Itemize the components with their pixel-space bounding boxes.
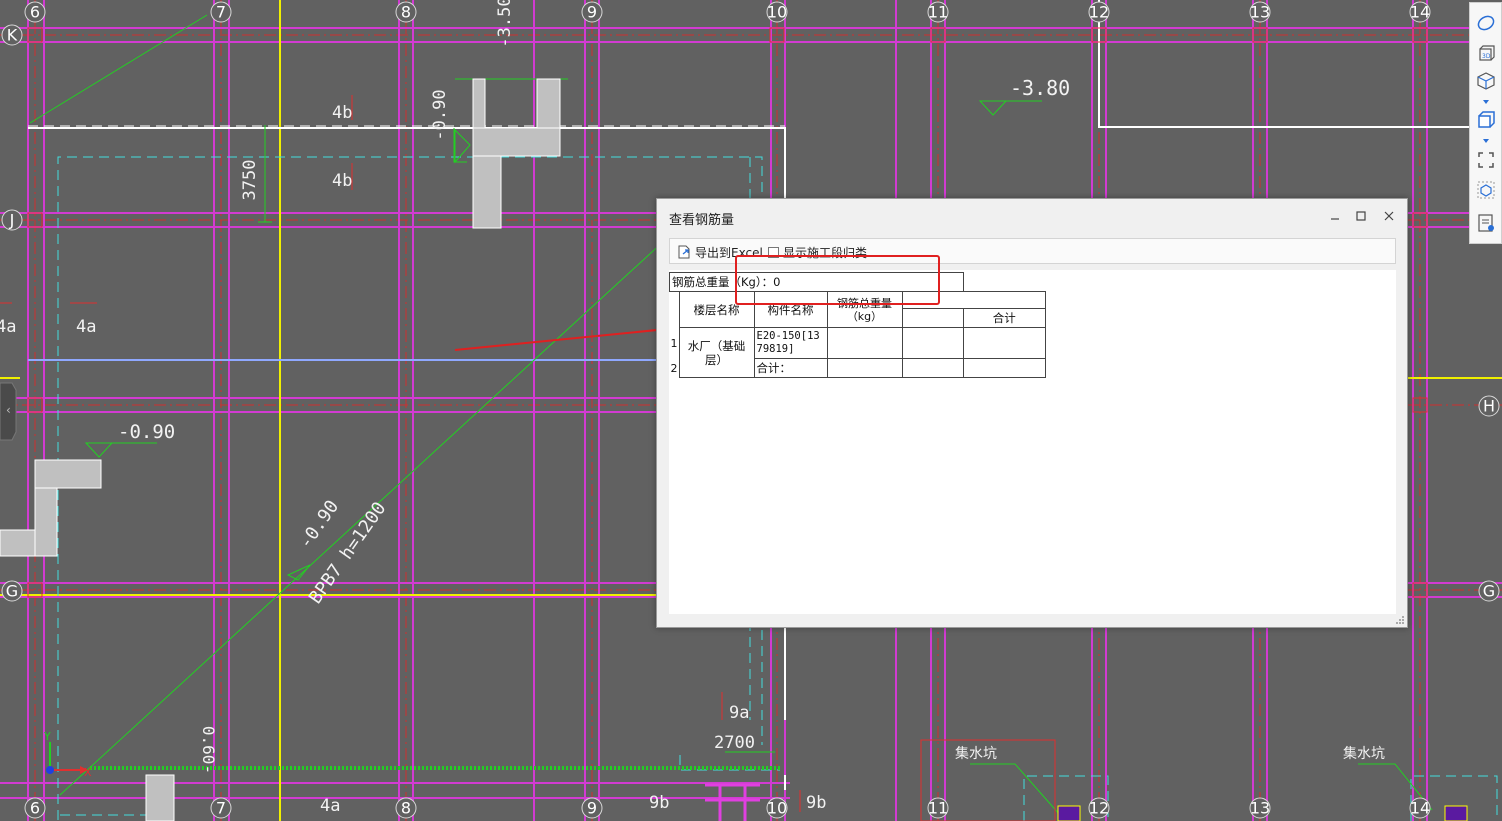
elev-label-5: -0.90 bbox=[295, 496, 343, 552]
dim-label-3: 0.60- bbox=[199, 726, 218, 774]
axis-col-13-top: 13 bbox=[1250, 3, 1270, 22]
cube-select-icon[interactable] bbox=[1474, 178, 1498, 202]
dialog-title: 查看钢筋量 bbox=[669, 213, 735, 228]
maximize-icon bbox=[1356, 211, 1366, 221]
chevron-left-icon[interactable]: ‹ bbox=[6, 403, 11, 417]
dialog-body: 钢筋总重量（Kg）：0 楼层名称 构件名称 钢筋总重量（kg） 合计 1 水厂（… bbox=[669, 270, 1396, 614]
axis-row-g-left: G bbox=[6, 582, 18, 601]
3d-view-icon[interactable]: 3D bbox=[1474, 41, 1498, 65]
orbit-icon[interactable] bbox=[1474, 11, 1498, 35]
axis-col-10-top: 10 bbox=[767, 3, 787, 22]
report-icon[interactable] bbox=[1474, 211, 1498, 235]
highlight-box bbox=[735, 255, 940, 305]
elev-label-4: -0.90 bbox=[118, 421, 175, 443]
axis-row-g-right: G bbox=[1483, 582, 1495, 601]
export-icon bbox=[678, 245, 690, 259]
rebar-label-1: 4b bbox=[332, 103, 352, 123]
maximize-button[interactable] bbox=[1351, 207, 1371, 225]
row-index: 1 bbox=[670, 336, 678, 350]
axis-col-9-bottom: 9 bbox=[587, 799, 597, 818]
axis-row-k: K bbox=[7, 26, 18, 45]
well-label-2: 集水坑 bbox=[1343, 745, 1385, 762]
row-component: E20-150[1379819] bbox=[753, 327, 828, 359]
axis-col-13-bottom: 13 bbox=[1250, 799, 1270, 818]
axis-col-6-bottom: 6 bbox=[30, 799, 40, 818]
caret-down-icon-2[interactable] bbox=[1482, 138, 1490, 144]
axis-col-12-bottom: 12 bbox=[1089, 799, 1109, 818]
axis-row-j: J bbox=[9, 211, 15, 230]
rebar-label-3: 4a bbox=[76, 317, 96, 337]
minimize-button[interactable] bbox=[1325, 207, 1345, 225]
axis-col-8-top: 8 bbox=[401, 3, 411, 22]
cube-view-icon[interactable] bbox=[1474, 69, 1498, 93]
fullscreen-icon[interactable] bbox=[1474, 148, 1498, 172]
elev-label-2: -0.90 bbox=[430, 89, 450, 140]
axis-col-10-bottom: 10 bbox=[767, 799, 787, 818]
axis-col-7-top: 7 bbox=[216, 3, 226, 22]
axis-col-6-top: 6 bbox=[30, 3, 40, 22]
table-row[interactable]: 1 水厂（基础层） E20-150[1379819] bbox=[670, 327, 1046, 378]
axis-col-11-top: 11 bbox=[928, 3, 948, 22]
col-header-total: 合计 bbox=[962, 308, 1046, 328]
close-button[interactable] bbox=[1379, 207, 1399, 225]
axis-row-h: H bbox=[1483, 397, 1495, 416]
rebar-label-7: 9b bbox=[649, 793, 669, 813]
row-component: 合计： bbox=[753, 358, 828, 378]
caret-down-icon[interactable] bbox=[1482, 99, 1490, 105]
svg-text:3D: 3D bbox=[1482, 53, 1491, 60]
box-icon[interactable] bbox=[1474, 108, 1498, 132]
resize-grip-icon[interactable] bbox=[1396, 616, 1404, 624]
rebar-label-8: 9b bbox=[806, 793, 826, 813]
ucs-axis-icon: Y X bbox=[43, 730, 92, 779]
elev-label-1: -3.50 bbox=[495, 0, 515, 48]
view-toolbar: 3D bbox=[1469, 2, 1502, 244]
dim-label-1: 3750 bbox=[240, 160, 260, 201]
axis-col-14-top: 14 bbox=[1410, 3, 1430, 22]
close-icon bbox=[1384, 211, 1394, 221]
rebar-label-5: 4a bbox=[320, 796, 340, 816]
rebar-label-6: 9a bbox=[729, 703, 749, 723]
axis-col-9-top: 9 bbox=[587, 3, 597, 22]
ucs-x-label: X bbox=[84, 766, 92, 779]
axis-col-14-bottom: 14 bbox=[1410, 799, 1430, 818]
dim-label-2: 2700 bbox=[714, 733, 755, 753]
ucs-y-label: Y bbox=[43, 730, 51, 743]
axis-col-8-bottom: 8 bbox=[401, 799, 411, 818]
row-floor: 水厂（基础层） bbox=[678, 327, 755, 378]
rebar-label-4: 4a bbox=[0, 317, 16, 337]
well-label-1: 集水坑 bbox=[955, 745, 997, 762]
row-index: 2 bbox=[670, 361, 678, 375]
axis-col-7-bottom: 7 bbox=[216, 799, 226, 818]
rebar-label-2: 4b bbox=[332, 171, 352, 191]
axis-col-11-bottom: 11 bbox=[928, 799, 948, 818]
axis-col-12-top: 12 bbox=[1089, 3, 1109, 22]
elev-label-3: -3.80 bbox=[1010, 76, 1070, 100]
minimize-icon bbox=[1331, 218, 1339, 220]
